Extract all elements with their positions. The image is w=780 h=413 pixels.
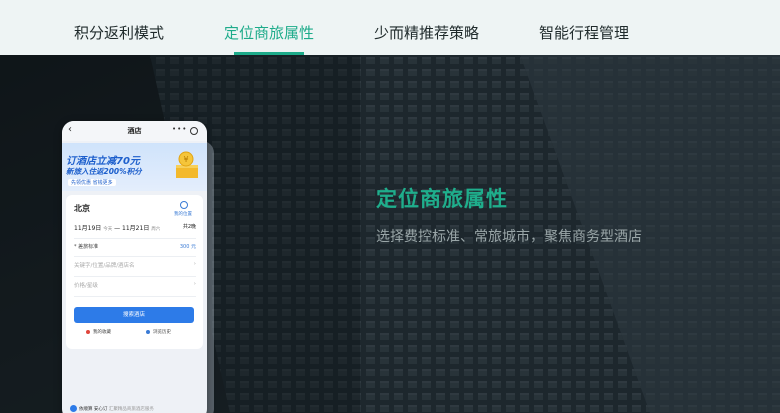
- location-icon[interactable]: [180, 201, 188, 209]
- heart-icon: [86, 329, 90, 334]
- check-out-date: 11月21日: [122, 225, 150, 232]
- price-placeholder: 价格/星级: [74, 283, 98, 289]
- history-icon: [146, 329, 150, 334]
- nights-count: 共2晚: [182, 224, 196, 230]
- check-in-day: 今天: [103, 227, 113, 232]
- tab-itinerary[interactable]: 智能行程管理: [539, 22, 629, 43]
- keyword-field[interactable]: 关键字/位置/品牌/酒店名 ›: [74, 261, 196, 277]
- keyword-placeholder: 关键字/位置/品牌/酒店名: [74, 263, 135, 269]
- tab-business-travel[interactable]: 定位商旅属性: [224, 22, 314, 43]
- more-dots-icon[interactable]: •••: [172, 125, 187, 133]
- travel-standard-row[interactable]: * 差旅标准 300 元: [74, 243, 196, 257]
- price-star-field[interactable]: 价格/星级 ›: [74, 281, 196, 297]
- travel-standard-value: 300 元: [179, 244, 196, 250]
- favorites-label: 我的收藏: [93, 330, 111, 335]
- check-out-day: 周六: [151, 227, 161, 232]
- tab-points-rebate[interactable]: 积分返利模式: [74, 22, 164, 43]
- favorites-link[interactable]: 我的收藏: [86, 329, 111, 335]
- history-label: 浏览历史: [153, 330, 171, 335]
- banner-headline: 订酒店立减70元: [66, 156, 140, 167]
- gift-box-coin-icon: ¥: [176, 151, 198, 178]
- footer-note: 汇聚精品商旅酒店服务: [108, 407, 154, 412]
- phone-header: ‹ 酒店 •••: [62, 121, 207, 141]
- chevron-right-icon: ›: [193, 281, 196, 287]
- date-selector[interactable]: 11月19日 今天 — 11月21日 周六 共2晚: [74, 223, 196, 239]
- tab-recommendation[interactable]: 少而精推荐策略: [374, 22, 479, 43]
- hero-section: 定位商旅属性 选择费控标准、常旅城市，聚焦商务型酒店 ‹ 酒店 ••• 订酒店立…: [0, 55, 780, 413]
- history-link[interactable]: 浏览历史: [146, 329, 171, 335]
- date-separator: —: [114, 225, 121, 232]
- brand-badge-icon: [70, 405, 77, 412]
- travel-standard-label: * 差旅标准: [74, 244, 99, 250]
- city-selector[interactable]: 北京: [74, 203, 90, 214]
- search-hotel-button[interactable]: 搜索酒店: [74, 307, 194, 323]
- my-location-label[interactable]: 我的位置: [174, 211, 192, 217]
- phone-mockup: ‹ 酒店 ••• 订酒店立减70元 新旅入住返200%积分 先领优惠 省钱更多 …: [62, 121, 207, 413]
- promo-banner[interactable]: 订酒店立减70元 新旅入住返200%积分 先领优惠 省钱更多 ¥: [62, 143, 207, 191]
- hero-title: 定位商旅属性: [376, 187, 508, 211]
- chevron-right-icon: ›: [193, 261, 196, 267]
- footer-brand: 依顺算 安心订: [79, 407, 108, 412]
- top-tab-bar: 积分返利模式 定位商旅属性 少而精推荐策略 智能行程管理: [0, 0, 780, 55]
- close-target-icon[interactable]: [190, 127, 198, 135]
- banner-tagline: 先领优惠 省钱更多: [68, 179, 116, 186]
- check-in-date: 11月19日: [74, 225, 102, 232]
- hotel-search-card: 北京 我的位置 11月19日 今天 — 11月21日 周六 共2晚 * 差旅标准…: [66, 195, 203, 349]
- phone-footer: 依顺算 安心订 汇聚精品商旅酒店服务: [70, 405, 154, 412]
- banner-subline: 新旅入住返200%积分: [66, 167, 142, 176]
- hero-subtitle: 选择费控标准、常旅城市，聚焦商务型酒店: [376, 229, 642, 245]
- svg-text:¥: ¥: [183, 155, 188, 164]
